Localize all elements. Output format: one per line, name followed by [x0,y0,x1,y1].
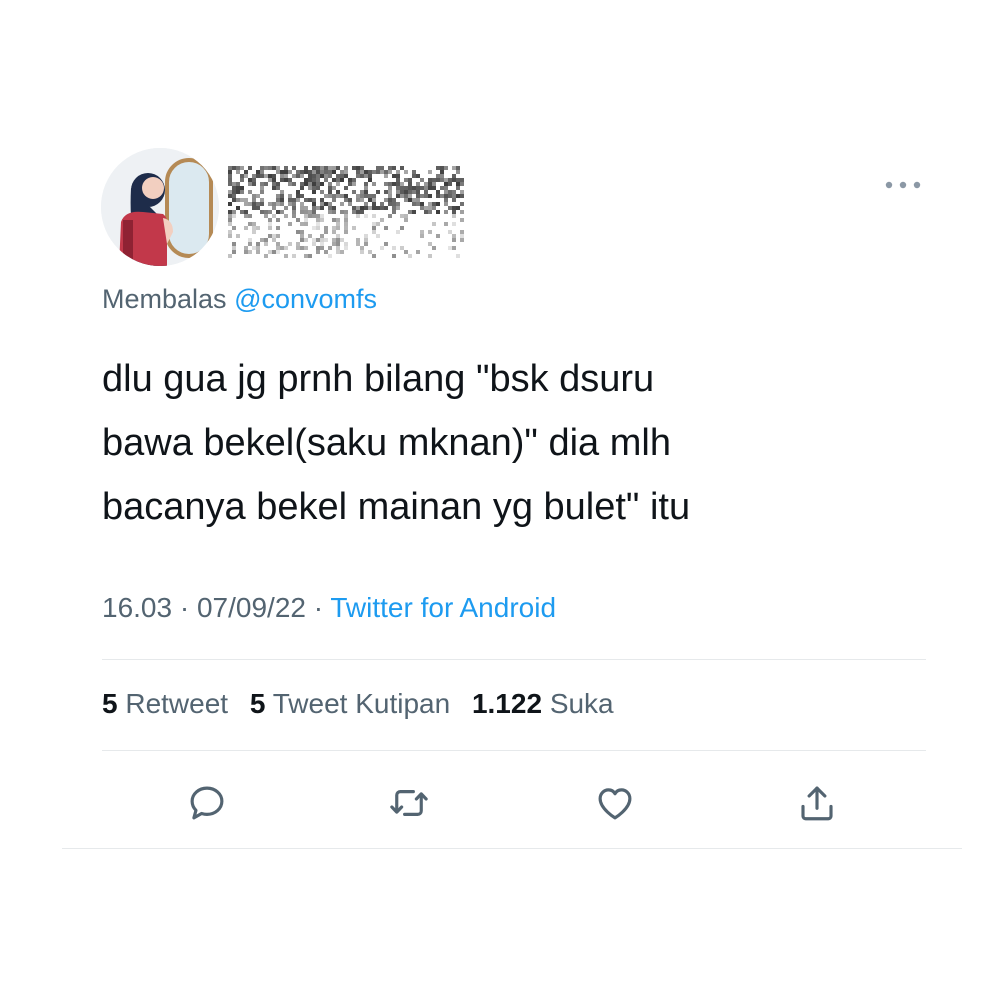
divider [62,848,962,849]
quotes-label: Tweet Kutipan [272,688,451,719]
redacted-name-pixelation [228,166,464,258]
meta-separator: · [313,592,324,623]
retweet-button[interactable] [384,778,434,828]
share-icon [801,786,833,821]
divider [102,750,926,751]
tweet-text: dlu gua jg prnh bilang "bsk dsuru bawa b… [102,347,882,539]
tweet-meta: 16.03 · 07/09/22 · Twitter for Android [102,592,556,624]
likes-stat[interactable]: 1.122 Suka [472,688,614,719]
retweets-count: 5 [102,688,118,719]
more-options-button[interactable] [878,170,928,200]
likes-label: Suka [549,688,614,719]
retweet-icon [390,790,428,816]
like-icon [598,788,632,820]
meta-separator: · [179,592,190,623]
tweet-date[interactable]: 07/09/22 [197,592,306,623]
share-button[interactable] [792,778,842,828]
quotes-count: 5 [249,688,266,719]
tweet-time[interactable]: 16.03 [102,592,172,623]
tweet-text-line: bawa bekel(saku mknan)" dia mlh [102,422,671,464]
more-horizontal-icon [885,181,921,189]
divider [102,659,926,660]
reply-handle-link[interactable]: @convomfs [234,284,377,314]
replying-to: Membalas @convomfs [102,284,377,315]
retweets-stat[interactable]: 5 Retweet [102,688,228,719]
quote-tweets-stat[interactable]: 5 Tweet Kutipan [250,688,450,719]
likes-count: 1.122 [471,688,543,719]
tweet-text-line: bacanya bekel mainan yg bulet" itu [102,486,691,528]
tweet-stats: 5 Retweet 5 Tweet Kutipan 1.122 Suka [102,688,628,720]
reply-button[interactable] [182,778,232,828]
like-button[interactable] [590,778,640,828]
replying-to-label: Membalas [102,284,227,314]
tweet-source-link[interactable]: Twitter for Android [330,592,556,623]
avatar-illustration [101,148,219,266]
retweets-label: Retweet [125,688,229,719]
action-bar [0,778,1000,828]
reply-icon [190,786,224,820]
avatar[interactable] [101,148,219,266]
tweet-text-line: dlu gua jg prnh bilang "bsk dsuru [102,358,655,400]
